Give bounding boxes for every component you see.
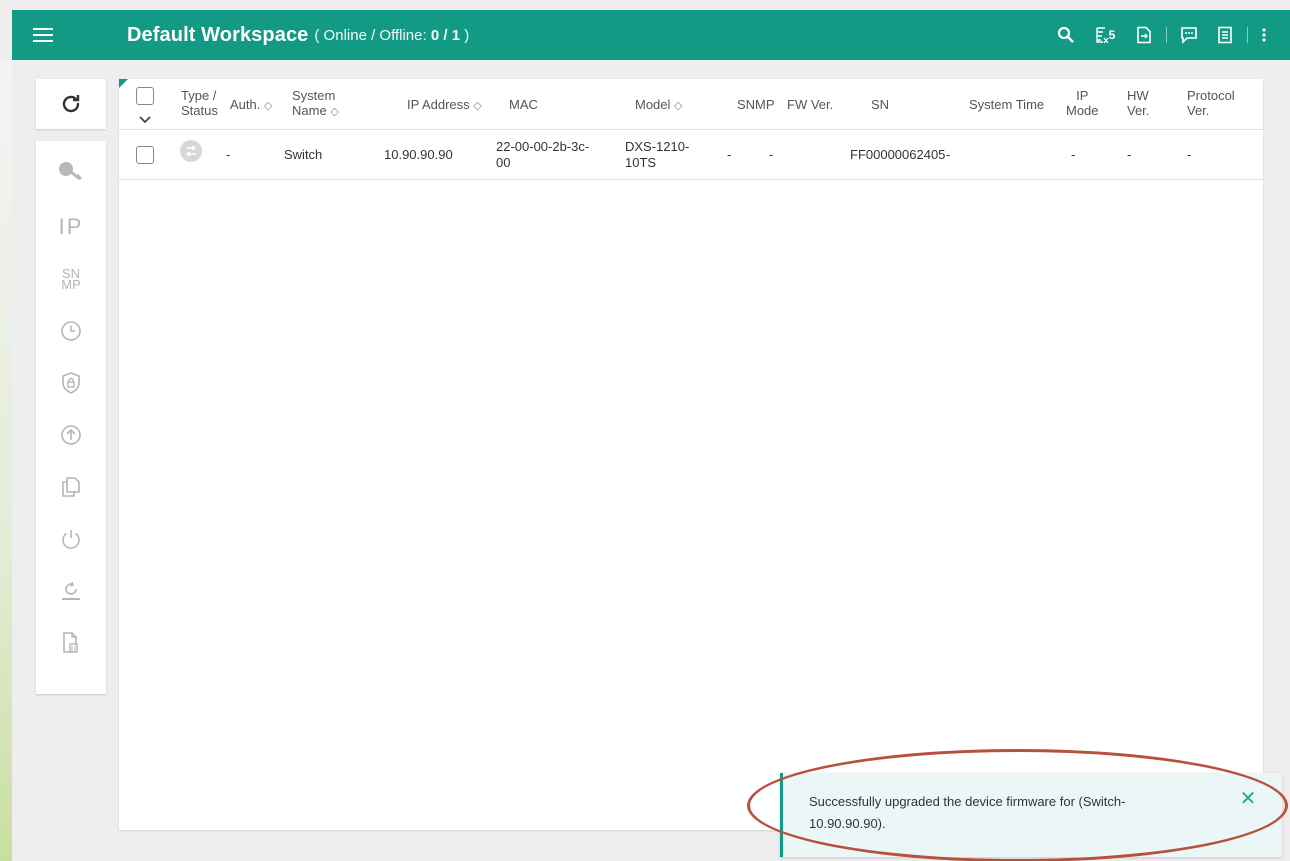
export-excel-button[interactable]: 5 [1088,21,1122,49]
cell-sn: FF00000062405 [850,147,946,162]
cell-snmp: - [727,147,732,162]
cell-auth: - [226,147,231,162]
chevron-down-icon[interactable] [139,116,151,124]
snmp-settings-button[interactable]: SN MP [36,253,106,305]
window-background-edge [0,60,12,861]
copy-icon [62,477,80,497]
cell-mac: 22-00-00-2b-3c- 00 [496,139,590,170]
ip-settings-button[interactable]: IP [36,201,106,253]
column-fw-ver[interactable]: FW Ver. [787,97,833,112]
column-model[interactable]: Model ◇ [635,97,683,114]
upload-circle-icon [61,425,81,445]
success-toast: Successfully upgraded the device firmwar… [780,773,1282,857]
snmp-label: SN MP [61,266,81,292]
device-action-toolbar: IP SN MP [36,141,106,694]
cell-ip-address: 10.90.90.90 [384,147,453,162]
delete-file-button[interactable] [36,617,106,669]
column-ip-address[interactable]: IP Address ◇ [407,97,482,114]
toolbar-divider [1166,27,1167,43]
cell-hw-ver: - [1127,147,1132,162]
system-time-button[interactable] [36,305,106,357]
column-type-status[interactable]: Type / Status [181,88,218,118]
messages-button[interactable] [1175,21,1203,49]
top-actions: 5 [1044,21,1290,49]
file-import-icon [1137,26,1151,44]
power-icon [62,530,80,549]
file-delete-icon [63,632,78,653]
column-ip-mode[interactable]: IP Mode [1066,88,1099,118]
firmware-upgrade-button[interactable] [36,409,106,461]
column-system-time[interactable]: System Time [969,97,1044,112]
reset-button[interactable] [36,565,106,617]
security-button[interactable] [36,357,106,409]
ip-label: IP [58,214,84,239]
column-snmp[interactable]: SNMP [737,97,775,112]
sort-icon: ◇ [674,100,683,112]
table-row[interactable]: - Switch 10.90.90.90 22-00-00-2b-3c- 00 D… [119,131,1263,180]
table-header: Type / Status Auth. ◇ System Name ◇ IP Add… [119,79,1263,130]
column-hw-ver[interactable]: HW Ver. [1127,88,1149,118]
switch-type-icon [180,140,202,162]
column-system-name[interactable]: System Name ◇ [292,88,339,120]
column-mac[interactable]: MAC [509,97,538,112]
cell-model: DXS-1210- 10TS [625,139,690,170]
export-list-icon [1095,27,1109,44]
cell-fw-ver: - [769,147,774,162]
shield-lock-icon [62,372,80,394]
sort-icon: ◇ [263,100,273,112]
toast-message: Successfully upgraded the device firmwar… [809,794,1126,831]
cell-ip-mode: - [1071,147,1076,162]
reboot-button[interactable] [36,513,106,565]
more-vertical-icon [1262,28,1266,42]
sort-icon: ◇ [473,100,482,112]
column-auth[interactable]: Auth. ◇ [230,97,272,114]
search-button[interactable] [1052,21,1080,49]
search-icon [1057,26,1074,43]
key-icon [59,162,83,181]
reset-icon [62,581,80,600]
column-protocol-ver[interactable]: Protocol Ver. [1187,88,1235,118]
online-offline-status: ( Online / Offline: 0 / 1 ) [314,26,470,44]
select-all-checkbox[interactable] [136,87,154,105]
refresh-icon [62,95,80,113]
import-file-button[interactable] [1130,21,1158,49]
cell-protocol-ver: - [1187,147,1192,162]
toolbar-divider [1247,27,1248,43]
column-sn[interactable]: SN [871,97,889,112]
authentication-button[interactable] [36,141,106,201]
cell-system-name: Switch [284,147,323,162]
log-list-icon [1218,26,1232,44]
device-table-panel: Type / Status Auth. ◇ System Name ◇ IP Add… [119,79,1263,830]
cell-system-time: - [946,147,951,162]
top-app-bar: Default Workspace ( Online / Offline: 0 … [12,10,1290,60]
clock-icon [61,321,81,341]
configuration-copy-button[interactable] [36,461,106,513]
close-icon[interactable]: ✕ [1238,789,1258,809]
row-checkbox[interactable] [136,146,154,164]
sort-icon: ◇ [330,106,339,118]
log-button[interactable] [1211,21,1239,49]
refresh-button[interactable] [36,79,106,129]
more-options-button[interactable] [1256,21,1272,49]
export-count-badge: 5 [1108,28,1116,42]
menu-button[interactable] [12,10,74,60]
hamburger-icon [33,28,53,42]
chat-icon [1181,27,1197,44]
page-title: Default Workspace [127,23,309,46]
